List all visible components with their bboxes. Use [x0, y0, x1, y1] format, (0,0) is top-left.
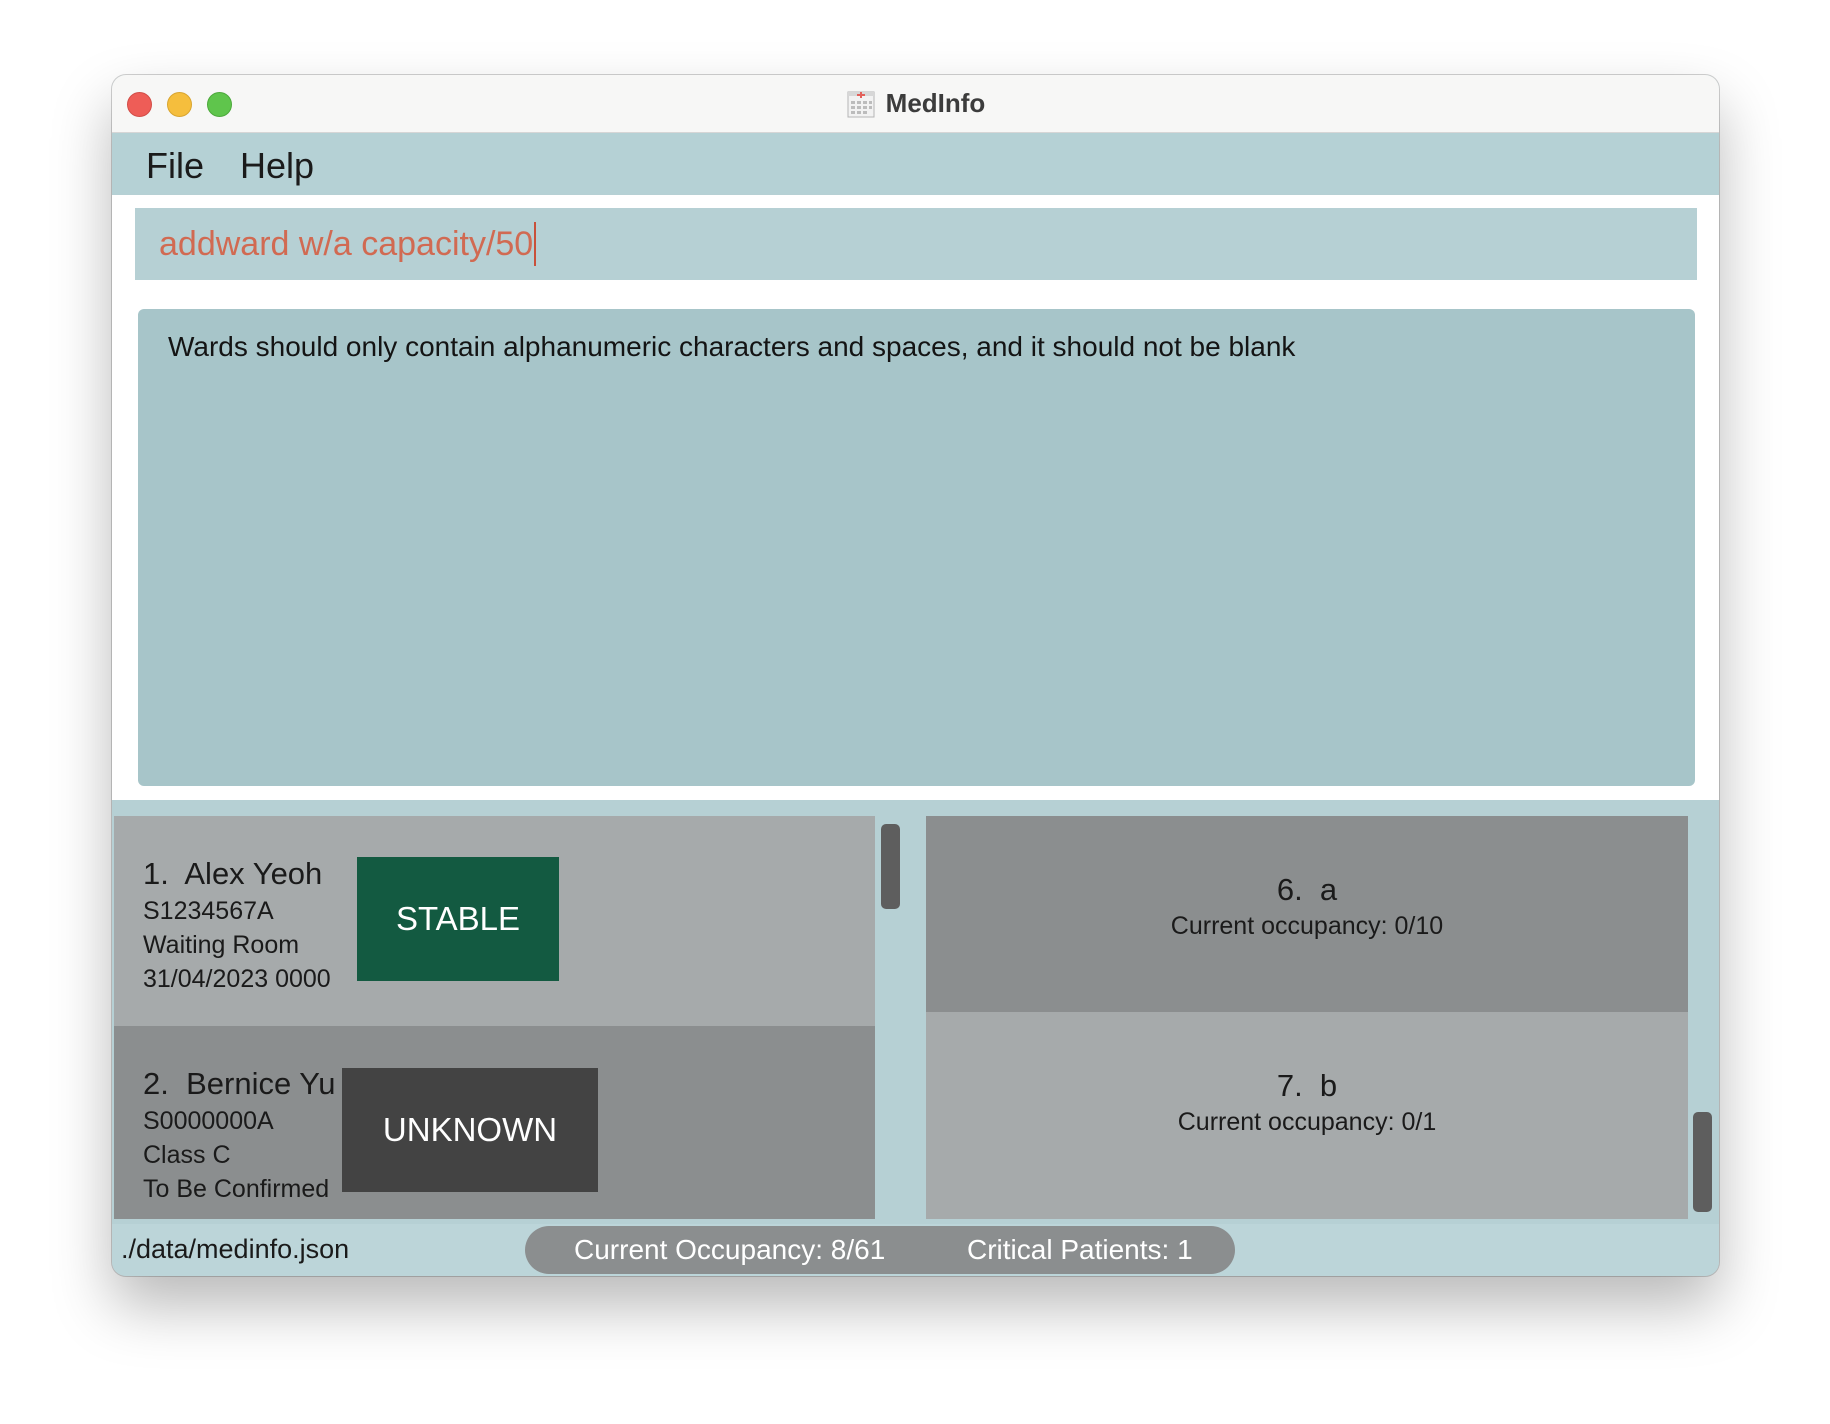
- ward-card[interactable]: 7. b Current occupancy: 0/1: [926, 1012, 1688, 1219]
- patient-list-scroll-thumb[interactable]: [881, 824, 900, 909]
- patient-index: 1.: [143, 856, 169, 891]
- window-title-text: MedInfo: [885, 88, 986, 118]
- ward-name-line: 7. b: [926, 1068, 1688, 1104]
- status-badge: UNKNOWN: [342, 1068, 598, 1192]
- patient-card[interactable]: 1. Alex Yeoh S1234567A Waiting Room 31/0…: [114, 816, 875, 1026]
- calendar-icon: [847, 91, 875, 117]
- ward-name: b: [1319, 1068, 1338, 1103]
- save-file-path: ./data/medinfo.json: [121, 1234, 350, 1264]
- patient-name: Alex Yeoh: [184, 856, 323, 891]
- title-bar: MedInfo: [112, 75, 1719, 133]
- status-badge: STABLE: [357, 857, 559, 981]
- app-window: MedInfo File Help addward w/a capacity/5…: [112, 75, 1719, 1276]
- ward-card[interactable]: 6. a Current occupancy: 0/10: [926, 816, 1688, 1012]
- ward-index: 6.: [1276, 872, 1303, 907]
- window-title: MedInfo: [112, 75, 1719, 132]
- ward-list-scrollbar[interactable]: [1688, 816, 1717, 1219]
- ward-list[interactable]: 6. a Current occupancy: 0/10 7. b Curren…: [926, 816, 1688, 1219]
- patient-index: 2.: [143, 1066, 169, 1101]
- patient-list-scrollbar[interactable]: [875, 816, 905, 1219]
- patient-list[interactable]: 1. Alex Yeoh S1234567A Waiting Room 31/0…: [114, 816, 875, 1219]
- patient-name: Bernice Yu: [186, 1066, 336, 1101]
- result-message: Wards should only contain alphanumeric c…: [168, 331, 1296, 362]
- critical-patients: Critical Patients: 1: [967, 1234, 1193, 1265]
- menu-file[interactable]: File: [146, 145, 204, 187]
- status-summary-pill: Current Occupancy: 8/61 Critical Patient…: [525, 1226, 1235, 1274]
- ward-name: a: [1319, 872, 1338, 907]
- current-occupancy: Current Occupancy: 8/61: [574, 1234, 886, 1265]
- ward-index: 7.: [1276, 1068, 1303, 1103]
- ward-name-line: 6. a: [926, 872, 1688, 908]
- patient-card[interactable]: 2. Bernice Yu S0000000A Class C To Be Co…: [114, 1026, 875, 1219]
- status-bar: ./data/medinfo.json Current Occupancy: 8…: [112, 1224, 1719, 1276]
- command-input[interactable]: addward w/a capacity/50: [135, 208, 1697, 280]
- text-caret: [534, 222, 537, 266]
- ward-list-scroll-thumb[interactable]: [1693, 1112, 1712, 1212]
- command-input-text[interactable]: addward w/a capacity/50: [159, 225, 533, 264]
- ward-occupancy: Current occupancy: 0/1: [1177, 1108, 1437, 1136]
- menu-bar: File Help: [112, 133, 1719, 194]
- menu-help[interactable]: Help: [240, 145, 314, 187]
- result-display: Wards should only contain alphanumeric c…: [138, 309, 1695, 786]
- ward-occupancy: Current occupancy: 0/10: [1170, 912, 1444, 940]
- lists-area: 1. Alex Yeoh S1234567A Waiting Room 31/0…: [114, 816, 1717, 1219]
- main-content: addward w/a capacity/50 Wards should onl…: [112, 195, 1719, 800]
